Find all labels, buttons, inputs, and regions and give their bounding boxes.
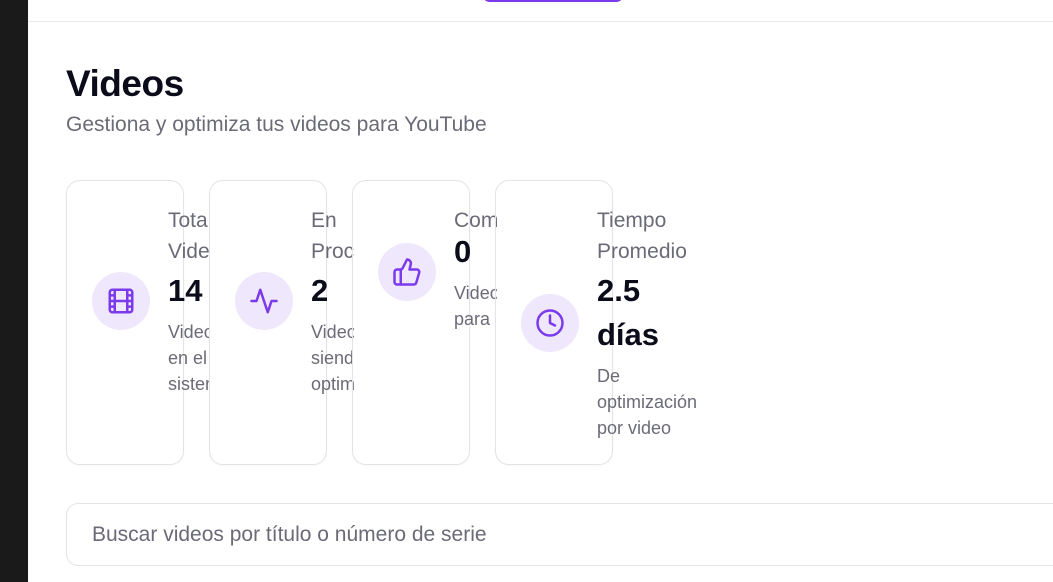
stat-value: 14 bbox=[168, 273, 203, 308]
primary-action-button[interactable] bbox=[482, 0, 624, 2]
stat-text-total-videos: Total Videos 14 Videos en el sistema bbox=[168, 205, 210, 405]
stat-text-average-time: Tiempo Promedio 2.5 días De optimización… bbox=[597, 205, 722, 441]
page-subtitle: Gestiona y optimiza tus videos para YouT… bbox=[66, 113, 487, 136]
film-icon bbox=[92, 272, 150, 330]
stat-text-completed: Completados 0 Videos para bbox=[454, 205, 497, 355]
stat-description: De optimización por video bbox=[597, 366, 698, 438]
stat-value: 0 bbox=[454, 234, 472, 269]
stat-label: Total Videos bbox=[168, 209, 210, 263]
stat-value: 2 bbox=[311, 273, 329, 308]
stat-description: Videos siendo optimizados bbox=[311, 322, 354, 394]
activity-icon bbox=[235, 272, 293, 330]
thumbs-up-icon bbox=[378, 243, 436, 301]
stat-description: Videos en el sistema bbox=[168, 322, 210, 394]
stat-card-completed bbox=[352, 180, 470, 465]
left-edge-strip bbox=[0, 0, 28, 582]
page-title: Videos bbox=[66, 63, 184, 104]
stat-label: En Proceso bbox=[311, 209, 354, 263]
search-box bbox=[66, 503, 1053, 566]
stat-description: Videos para bbox=[454, 283, 497, 329]
top-bar bbox=[28, 0, 1053, 22]
clock-icon bbox=[521, 294, 579, 352]
search-input[interactable] bbox=[92, 504, 992, 565]
stat-value: 2.5 días bbox=[597, 273, 660, 352]
stat-text-in-progress: En Proceso 2 Videos siendo optimizados bbox=[311, 205, 354, 405]
stat-label: Tiempo Promedio bbox=[597, 209, 687, 263]
